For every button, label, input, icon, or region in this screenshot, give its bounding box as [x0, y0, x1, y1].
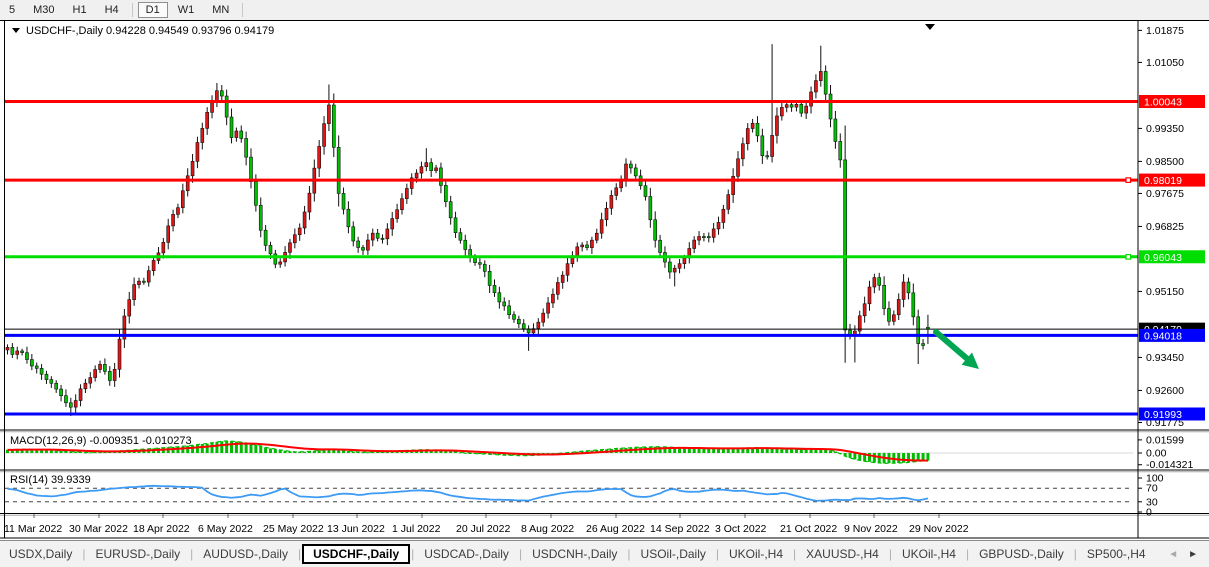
level-anchor-handle[interactable] — [1126, 178, 1131, 183]
symbol-tab-GBPUSD-Daily[interactable]: GBPUSD-,Daily — [970, 544, 1073, 564]
svg-text:3 Oct 2022: 3 Oct 2022 — [715, 523, 767, 535]
symbol-tab-SP500-H4[interactable]: SP500-,H4 — [1078, 544, 1155, 564]
symbol-tab-AUDUSD-Daily[interactable]: AUDUSD-,Daily — [194, 544, 297, 564]
timeframe-toolbar: 5M30H1H4 D1W1MN — [0, 0, 1209, 21]
svg-text:29 Nov 2022: 29 Nov 2022 — [909, 523, 969, 535]
toolbar-separator — [132, 3, 133, 17]
svg-text:0.98019: 0.98019 — [1144, 175, 1182, 187]
svg-text:0.00: 0.00 — [1146, 448, 1167, 460]
macd-label: MACD(12,26,9) -0.009351 -0.010273 — [10, 435, 192, 447]
svg-text:70: 70 — [1146, 483, 1158, 495]
svg-text:1 Jul 2022: 1 Jul 2022 — [392, 523, 441, 535]
svg-text:0: 0 — [1146, 507, 1152, 519]
symbol-tab-UKOil-H4[interactable]: UKOil-,H4 — [893, 544, 965, 564]
svg-text:9 Nov 2022: 9 Nov 2022 — [844, 523, 898, 535]
symbol-tab-XAUUSD-H4[interactable]: XAUUSD-,H4 — [797, 544, 888, 564]
svg-text:-0.014321: -0.014321 — [1146, 459, 1193, 471]
svg-text:1.01875: 1.01875 — [1146, 25, 1184, 37]
svg-text:0.94018: 0.94018 — [1144, 330, 1182, 342]
chart-title: USDCHF-,Daily 0.94228 0.94549 0.93796 0.… — [12, 25, 274, 37]
timeframe-button-H1[interactable]: H1 — [65, 2, 95, 18]
level-anchor-handle[interactable] — [1126, 255, 1131, 260]
svg-text:30 Mar 2022: 30 Mar 2022 — [69, 523, 128, 535]
symbol-tab-bar: USDX,Daily|EURUSD-,Daily|AUDUSD-,Daily|U… — [0, 540, 1209, 567]
timeframe-button-H4[interactable]: H4 — [97, 2, 127, 18]
symbol-tab-UKOil-H4[interactable]: UKOil-,H4 — [720, 544, 792, 564]
tab-scroll-left-icon[interactable]: ◄ — [1163, 547, 1183, 562]
svg-text:18 Apr 2022: 18 Apr 2022 — [133, 523, 190, 535]
level-label-0.91993: 0.91993 — [1139, 408, 1205, 422]
level-label-0.98019: 0.98019 — [1139, 174, 1205, 188]
timeframe-button-W1[interactable]: W1 — [170, 2, 203, 18]
svg-text:11 Mar 2022: 11 Mar 2022 — [4, 523, 62, 535]
level-label-0.94018: 0.94018 — [1139, 329, 1205, 343]
tab-scroll-right-icon[interactable]: ► — [1183, 547, 1203, 562]
svg-text:25 May 2022: 25 May 2022 — [263, 523, 324, 535]
symbol-tab-USOil-Daily[interactable]: USOil-,Daily — [632, 544, 715, 564]
timeframe-button-MN[interactable]: MN — [204, 2, 237, 18]
svg-text:8 Aug 2022: 8 Aug 2022 — [521, 523, 574, 535]
mt4-terminal: { "toolbar": { "timeframes": [ {"label":… — [0, 0, 1209, 566]
symbol-tab-EURUSD-Daily[interactable]: EURUSD-,Daily — [86, 544, 189, 564]
svg-text:26 Aug 2022: 26 Aug 2022 — [586, 523, 645, 535]
svg-text:0.96043: 0.96043 — [1144, 252, 1182, 264]
symbol-tab-USDCAD-Daily[interactable]: USDCAD-,Daily — [415, 544, 518, 564]
chart-canvas[interactable]: 1.01875 1.01050 0.99350 0.98500 0.97675 0.968… — [0, 20, 1209, 540]
svg-text:0.91993: 0.91993 — [1144, 409, 1182, 421]
symbol-tab-USDX-Daily[interactable]: USDX,Daily — [0, 544, 81, 564]
timeframe-button-5[interactable]: 5 — [1, 2, 23, 18]
toolbar-separator — [242, 3, 243, 17]
chart-title-text: USDCHF-,Daily 0.94228 0.94549 0.93796 0.… — [26, 25, 274, 37]
tab-scroll-arrows: ◄► — [1163, 547, 1209, 562]
svg-text:0.95150: 0.95150 — [1146, 286, 1184, 298]
svg-text:0.99350: 0.99350 — [1146, 123, 1184, 135]
svg-text:0.98500: 0.98500 — [1146, 156, 1184, 168]
svg-text:1.00043: 1.00043 — [1144, 97, 1182, 109]
rsi-label: RSI(14) 39.9339 — [10, 474, 91, 486]
svg-text:0.93450: 0.93450 — [1146, 352, 1184, 364]
level-label-1.00043: 1.00043 — [1139, 95, 1205, 109]
svg-text:14 Sep 2022: 14 Sep 2022 — [650, 523, 710, 535]
level-label-0.96043: 0.96043 — [1139, 250, 1205, 264]
svg-text:0.01599: 0.01599 — [1146, 434, 1184, 446]
timeframe-button-D1[interactable]: D1 — [138, 2, 168, 18]
timeframe-button-M30[interactable]: M30 — [25, 2, 62, 18]
svg-text:21 Oct 2022: 21 Oct 2022 — [780, 523, 837, 535]
svg-text:20 Jul 2022: 20 Jul 2022 — [456, 523, 510, 535]
svg-text:13 Jun 2022: 13 Jun 2022 — [327, 523, 385, 535]
svg-text:0.92600: 0.92600 — [1146, 385, 1184, 397]
svg-text:0.96825: 0.96825 — [1146, 221, 1184, 233]
symbol-tab-USDCHF-Daily[interactable]: USDCHF-,Daily — [302, 544, 410, 564]
svg-text:6 May 2022: 6 May 2022 — [198, 523, 253, 535]
symbol-tab-USDCNH-Daily[interactable]: USDCNH-,Daily — [523, 544, 626, 564]
svg-text:0.97675: 0.97675 — [1146, 188, 1184, 200]
svg-text:1.01050: 1.01050 — [1146, 57, 1184, 69]
chart-background — [0, 20, 1209, 540]
